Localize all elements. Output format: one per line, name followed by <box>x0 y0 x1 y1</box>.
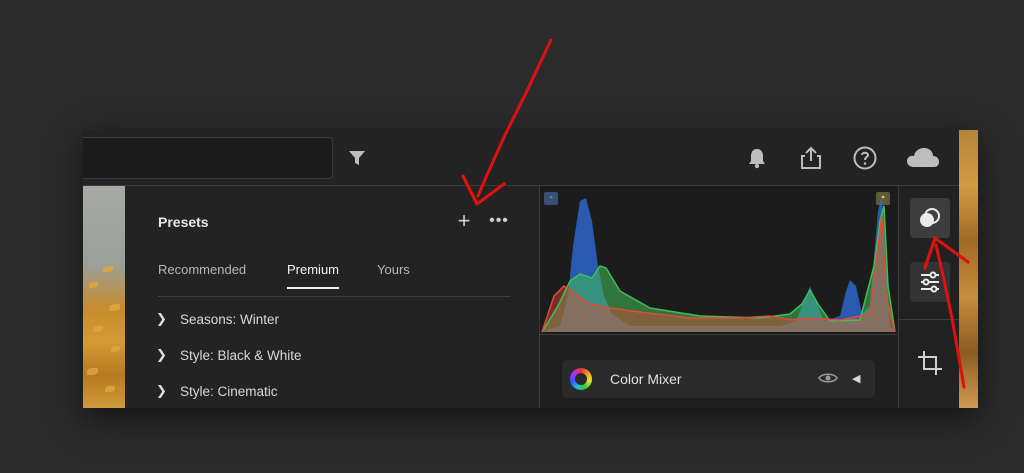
add-preset-icon[interactable]: + <box>455 210 473 232</box>
cloud-icon[interactable] <box>905 143 941 173</box>
search-input[interactable] <box>83 137 333 179</box>
help-icon[interactable] <box>850 143 880 173</box>
color-mixer-panel-header[interactable]: Color Mixer ◀ <box>562 360 875 398</box>
chevron-right-icon: ❯ <box>156 347 167 362</box>
preset-group-label: Style: Black & White <box>180 347 302 363</box>
more-options-icon[interactable]: ••• <box>486 212 512 230</box>
right-tool-strip <box>898 186 960 408</box>
presets-tool-icon[interactable] <box>910 198 950 238</box>
preset-group-seasons-winter[interactable]: ❯ Seasons: Winter <box>156 301 516 337</box>
color-mixer-label: Color Mixer <box>610 371 682 387</box>
highlight-clipping-icon[interactable] <box>876 192 890 205</box>
presets-panel: Presets + ••• Recommended Premium Yours … <box>126 186 540 408</box>
tab-premium[interactable]: Premium <box>287 262 340 289</box>
shadow-clipping-icon[interactable] <box>544 192 558 205</box>
toolbar-divider <box>899 319 960 320</box>
photo-thumbnail-left <box>83 186 125 408</box>
lightroom-window: Presets + ••• Recommended Premium Yours … <box>83 130 978 408</box>
collapse-triangle-icon[interactable]: ◀ <box>852 372 864 386</box>
preset-group-label: Style: Cinematic <box>180 383 278 399</box>
top-toolbar <box>83 130 959 186</box>
presets-title: Presets <box>158 214 209 230</box>
eye-icon[interactable] <box>818 371 838 387</box>
chevron-right-icon: ❯ <box>156 383 167 398</box>
edit-sliders-icon[interactable] <box>910 262 950 302</box>
crop-icon[interactable] <box>910 343 950 383</box>
preset-group-style-cinematic[interactable]: ❯ Style: Cinematic <box>156 373 516 408</box>
preset-group-style-black-white[interactable]: ❯ Style: Black & White <box>156 337 516 373</box>
share-icon[interactable] <box>796 143 826 173</box>
color-wheel-icon <box>570 368 592 390</box>
photo-thumbnail-right <box>959 130 978 408</box>
histogram <box>540 186 897 335</box>
chevron-right-icon: ❯ <box>156 311 167 326</box>
preset-group-list: ❯ Seasons: Winter ❯ Style: Black & White… <box>156 301 516 408</box>
bell-icon[interactable] <box>743 144 771 172</box>
tab-recommended[interactable]: Recommended <box>158 262 246 287</box>
filter-icon[interactable] <box>345 146 369 170</box>
preset-group-label: Seasons: Winter <box>180 311 280 327</box>
tab-yours[interactable]: Yours <box>377 262 410 287</box>
presets-tabs: Recommended Premium Yours <box>158 256 510 297</box>
